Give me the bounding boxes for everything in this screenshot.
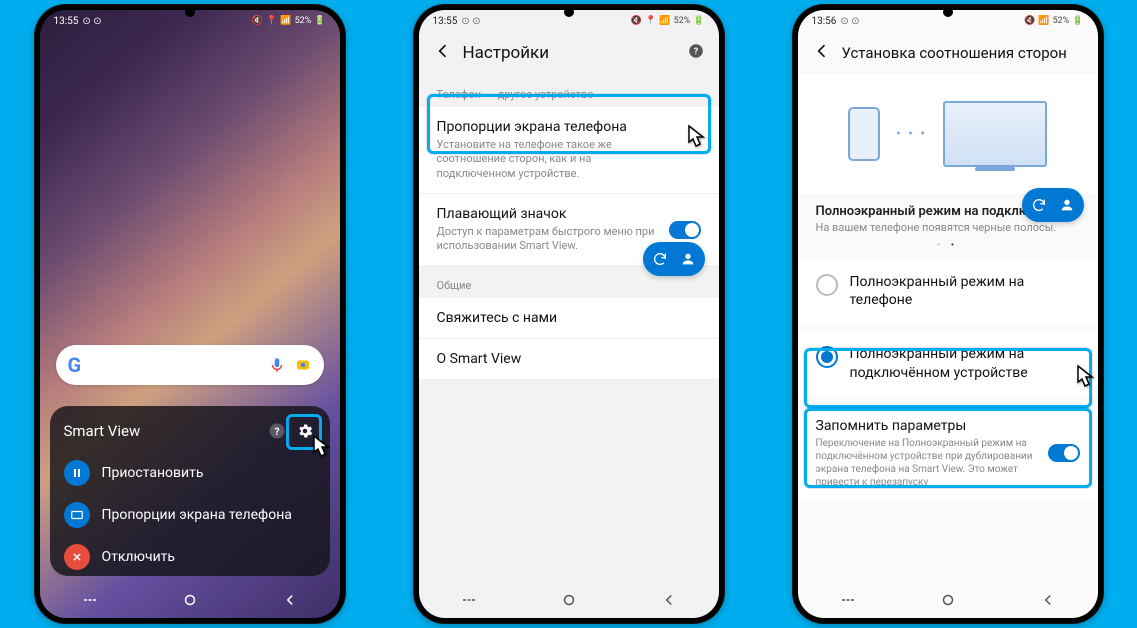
remember-settings-item[interactable]: Запомнить параметры Переключение на Полн… (798, 406, 1098, 501)
home-button[interactable] (560, 591, 578, 609)
status-battery-icon: 🔋 (314, 16, 325, 26)
settings-item-contact[interactable]: Свяжитесь с нами (419, 298, 719, 338)
page-indicator: • • (798, 240, 1098, 251)
google-logo-icon: G (68, 353, 82, 377)
radio-label: Полноэкранный режим на телефоне (850, 273, 1080, 309)
svg-text:?: ? (274, 425, 279, 438)
status-wifi-icon: 📶 (659, 16, 670, 26)
radio-on-icon (816, 346, 838, 368)
radio-option-fullscreen-phone[interactable]: Полноэкранный режим на телефоне (798, 259, 1098, 323)
toggle-on[interactable] (669, 221, 701, 239)
status-mute-icon: 🔇 (1024, 16, 1035, 26)
floating-action-button[interactable] (1022, 188, 1084, 222)
recents-button[interactable] (460, 591, 478, 609)
aspect-ratio-icon (64, 502, 90, 528)
item-title: Плавающий значок (437, 206, 701, 222)
navigation-bar (40, 582, 340, 618)
section-label-device: Телефон → другое устройство (419, 74, 719, 107)
person-icon[interactable] (1054, 192, 1080, 218)
close-icon (64, 544, 90, 570)
settings-header: Настройки ? (419, 32, 719, 74)
help-icon[interactable]: ? (266, 420, 288, 442)
aspect-ratio-title: Установка соотношения сторон (842, 44, 1067, 62)
illus-dots-icon: • • • (896, 126, 927, 142)
status-battery-label: 52% (1053, 16, 1070, 26)
status-battery-label: 52% (295, 16, 312, 26)
status-indicator-icon: ⊙ ⊙ (82, 16, 101, 27)
smartview-panel: Smart View ? Приостановить Пропорции экр… (50, 406, 330, 576)
toggle-on[interactable] (1048, 444, 1080, 462)
back-button[interactable] (660, 591, 678, 609)
status-location-icon: 📍 (266, 16, 277, 26)
navigation-bar (419, 582, 719, 618)
home-button[interactable] (939, 591, 957, 609)
caption-subtitle: На вашем телефоне появятся черные полосы… (798, 221, 1098, 240)
illustration-phone-to-tv: • • • (798, 74, 1098, 194)
smartview-disconnect-row[interactable]: Отключить (64, 536, 316, 578)
settings-item-about[interactable]: О Smart View (419, 338, 719, 379)
camera-notch (943, 7, 953, 17)
back-icon[interactable] (812, 41, 832, 66)
home-button[interactable] (181, 591, 199, 609)
back-button[interactable] (281, 591, 299, 609)
settings-icon[interactable] (294, 420, 316, 442)
status-mute-icon: 🔇 (252, 16, 263, 26)
back-button[interactable] (1039, 591, 1057, 609)
radio-option-fullscreen-device[interactable]: Полноэкранный режим на подключённом устр… (798, 331, 1098, 395)
floating-action-button[interactable] (643, 242, 705, 276)
aspect-ratio-header: Установка соотношения сторон (798, 32, 1098, 74)
status-battery-icon: 🔋 (1072, 16, 1083, 26)
status-indicator-icon: ⊙ ⊙ (461, 16, 480, 27)
settings-title: Настройки (463, 43, 550, 63)
camera-notch (185, 7, 195, 17)
item-title: Свяжитесь с нами (437, 310, 701, 326)
illus-phone-icon (848, 107, 880, 161)
refresh-icon[interactable] (1026, 192, 1052, 218)
smartview-ratio-row[interactable]: Пропорции экрана телефона (64, 494, 316, 536)
status-time: 13:56 (812, 16, 837, 27)
lens-icon[interactable] (294, 356, 312, 374)
screen-1: 13:55 ⊙ ⊙ 🔇 📍 📶 52% 🔋 G Sm (40, 10, 340, 618)
person-icon[interactable] (675, 246, 701, 272)
recents-button[interactable] (81, 591, 99, 609)
google-search-bar[interactable]: G (56, 345, 324, 385)
smartview-pause-label: Приостановить (102, 465, 204, 481)
status-wifi-icon: 📶 (1038, 16, 1049, 26)
status-time: 13:55 (433, 16, 458, 27)
illus-tv-icon (943, 101, 1047, 167)
phone-frame-1: 13:55 ⊙ ⊙ 🔇 📍 📶 52% 🔋 G Sm (34, 4, 346, 624)
status-mute-icon: 🔇 (631, 16, 642, 26)
item-title: Запомнить параметры (816, 418, 1080, 434)
smartview-title: Smart View (64, 422, 260, 440)
status-location-icon: 📍 (645, 16, 656, 26)
recents-button[interactable] (839, 591, 857, 609)
pause-icon (64, 460, 90, 486)
status-battery-icon: 🔋 (693, 16, 704, 26)
phone-frame-2: 13:55 ⊙ ⊙ 🔇 📍 📶 52% 🔋 Настройки ? Телефо… (413, 4, 725, 624)
item-subtitle: Установите на телефоне такое же соотноше… (437, 138, 701, 181)
svg-text:?: ? (693, 47, 698, 57)
radio-label: Полноэкранный режим на подключённом устр… (850, 345, 1080, 381)
status-time: 13:55 (54, 16, 79, 27)
mic-icon[interactable] (268, 356, 286, 374)
help-icon[interactable]: ? (687, 42, 705, 65)
screen-2: 13:55 ⊙ ⊙ 🔇 📍 📶 52% 🔋 Настройки ? Телефо… (419, 10, 719, 618)
item-subtitle: Переключение на Полноэкранный режим на п… (816, 437, 1080, 489)
item-title: Пропорции экрана телефона (437, 119, 701, 135)
phone-frame-3: 13:56 ⊙ ⊙ 🔇 📶 52% 🔋 Установка соотношени… (792, 4, 1104, 624)
status-battery-label: 52% (674, 16, 691, 26)
navigation-bar (798, 582, 1098, 618)
settings-item-aspect-ratio[interactable]: Пропорции экрана телефона Установите на … (419, 107, 719, 193)
item-title: О Smart View (437, 351, 701, 367)
back-icon[interactable] (433, 41, 453, 66)
smartview-ratio-label: Пропорции экрана телефона (102, 507, 292, 523)
radio-off-icon (816, 274, 838, 296)
camera-notch (564, 7, 574, 17)
smartview-disconnect-label: Отключить (102, 549, 176, 565)
refresh-icon[interactable] (647, 246, 673, 272)
smartview-pause-row[interactable]: Приостановить (64, 452, 316, 494)
screen-3: 13:56 ⊙ ⊙ 🔇 📶 52% 🔋 Установка соотношени… (798, 10, 1098, 618)
status-indicator-icon: ⊙ ⊙ (840, 16, 859, 27)
status-wifi-icon: 📶 (280, 16, 291, 26)
